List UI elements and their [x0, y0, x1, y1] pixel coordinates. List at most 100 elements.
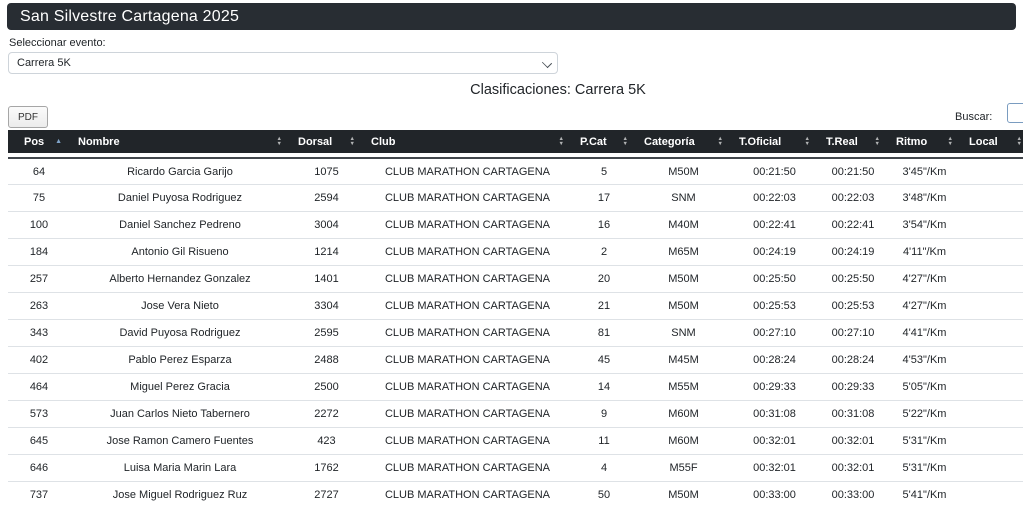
- search-input[interactable]: [1007, 103, 1023, 123]
- cell-toficial: 00:21:50: [731, 157, 818, 184]
- cell-pos: 646: [8, 454, 70, 481]
- cell-dorsal: 2727: [290, 481, 363, 508]
- column-header-pcat[interactable]: P.Cat▲▼: [572, 130, 636, 157]
- sort-icon: ▲▼: [718, 137, 723, 146]
- cell-toficial: 00:22:41: [731, 211, 818, 238]
- cell-ritmo: 4'27"/Km: [888, 292, 961, 319]
- pdf-export-button[interactable]: PDF: [8, 106, 48, 128]
- cell-pcat: 21: [572, 292, 636, 319]
- cell-nombre: Miguel Perez Gracia: [70, 373, 290, 400]
- sort-icon: ▲▼: [805, 137, 810, 146]
- cell-dorsal: 1401: [290, 265, 363, 292]
- cell-local: [961, 481, 1023, 508]
- cell-nombre: Daniel Sanchez Pedreno: [70, 211, 290, 238]
- cell-dorsal: 423: [290, 427, 363, 454]
- cell-categoria: M55M: [636, 373, 731, 400]
- cell-nombre: Jose Vera Nieto: [70, 292, 290, 319]
- sort-icon: ▲▼: [623, 137, 628, 146]
- cell-toficial: 00:25:50: [731, 265, 818, 292]
- column-header-toficial[interactable]: T.Oficial ▲▼: [731, 130, 818, 157]
- results-table: Pos▲Nombre▲▼Dorsal▲▼Club▲▼P.Cat▲▼Categor…: [8, 130, 1023, 508]
- cell-toficial: 00:24:19: [731, 238, 818, 265]
- event-select[interactable]: Carrera 5K: [8, 52, 558, 74]
- column-header-pos[interactable]: Pos▲: [8, 130, 70, 157]
- cell-categoria: M60M: [636, 427, 731, 454]
- sort-icon: ▲▼: [875, 137, 880, 146]
- cell-categoria: M65M: [636, 238, 731, 265]
- cell-club: CLUB MARATHON CARTAGENA: [363, 319, 572, 346]
- search-label: Buscar:: [955, 111, 992, 123]
- table-head: Pos▲Nombre▲▼Dorsal▲▼Club▲▼P.Cat▲▼Categor…: [8, 130, 1023, 157]
- cell-pcat: 5: [572, 157, 636, 184]
- cell-ritmo: 5'31"/Km: [888, 427, 961, 454]
- cell-local: [961, 319, 1023, 346]
- sort-icon: ▲▼: [1017, 137, 1022, 146]
- cell-local: [961, 211, 1023, 238]
- cell-categoria: M50M: [636, 292, 731, 319]
- column-header-local[interactable]: Local▲▼: [961, 130, 1023, 157]
- cell-categoria: M40M: [636, 211, 731, 238]
- column-header-nombre[interactable]: Nombre ▲▼: [70, 130, 290, 157]
- cell-treal: 00:25:53: [818, 292, 888, 319]
- cell-club: CLUB MARATHON CARTAGENA: [363, 292, 572, 319]
- column-label: T.Oficial: [739, 136, 781, 148]
- column-header-ritmo[interactable]: Ritmo▲▼: [888, 130, 961, 157]
- page-title: San Silvestre Cartagena 2025: [20, 8, 239, 26]
- cell-dorsal: 3304: [290, 292, 363, 319]
- column-header-club[interactable]: Club▲▼: [363, 130, 572, 157]
- cell-categoria: M55F: [636, 454, 731, 481]
- cell-local: [961, 427, 1023, 454]
- cell-pos: 184: [8, 238, 70, 265]
- cell-nombre: David Puyosa Rodriguez: [70, 319, 290, 346]
- cell-treal: 00:24:19: [818, 238, 888, 265]
- cell-toficial: 00:22:03: [731, 184, 818, 211]
- cell-pcat: 17: [572, 184, 636, 211]
- cell-pos: 464: [8, 373, 70, 400]
- cell-ritmo: 5'41"/Km: [888, 481, 961, 508]
- cell-toficial: 00:29:33: [731, 373, 818, 400]
- table-row: 573Juan Carlos Nieto Tabernero2272CLUB M…: [8, 400, 1023, 427]
- column-header-categoria[interactable]: Categoría ▲▼: [636, 130, 731, 157]
- cell-pcat: 50: [572, 481, 636, 508]
- column-label: Categoría: [644, 136, 695, 148]
- cell-nombre: Luisa Maria Marin Lara: [70, 454, 290, 481]
- column-header-dorsal[interactable]: Dorsal ▲▼: [290, 130, 363, 157]
- column-label: Nombre: [78, 136, 120, 148]
- cell-dorsal: 1075: [290, 157, 363, 184]
- cell-treal: 00:22:41: [818, 211, 888, 238]
- classification-title: Clasificaciones: Carrera 5K: [0, 82, 1023, 98]
- cell-pos: 343: [8, 319, 70, 346]
- table-row: 257Alberto Hernandez Gonzalez1401CLUB MA…: [8, 265, 1023, 292]
- sort-asc-icon: ▲: [55, 138, 62, 145]
- table-row: 464Miguel Perez Gracia2500CLUB MARATHON …: [8, 373, 1023, 400]
- cell-local: [961, 373, 1023, 400]
- cell-pos: 100: [8, 211, 70, 238]
- search-area: Buscar:: [955, 108, 992, 126]
- cell-club: CLUB MARATHON CARTAGENA: [363, 157, 572, 184]
- column-header-treal[interactable]: T.Real▲▼: [818, 130, 888, 157]
- column-label: Club: [371, 136, 395, 148]
- cell-ritmo: 3'45"/Km: [888, 157, 961, 184]
- cell-local: [961, 238, 1023, 265]
- cell-local: [961, 157, 1023, 184]
- column-label: Dorsal: [298, 136, 332, 148]
- sort-icon: ▲▼: [277, 137, 282, 146]
- cell-toficial: 00:25:53: [731, 292, 818, 319]
- cell-club: CLUB MARATHON CARTAGENA: [363, 427, 572, 454]
- table-row: 343David Puyosa Rodriguez2595CLUB MARATH…: [8, 319, 1023, 346]
- cell-local: [961, 454, 1023, 481]
- cell-ritmo: 4'41"/Km: [888, 319, 961, 346]
- cell-dorsal: 2594: [290, 184, 363, 211]
- cell-treal: 00:29:33: [818, 373, 888, 400]
- cell-categoria: M50M: [636, 481, 731, 508]
- cell-nombre: Antonio Gil Risueno: [70, 238, 290, 265]
- column-label: Ritmo: [896, 136, 927, 148]
- cell-pos: 75: [8, 184, 70, 211]
- table-body: 64Ricardo Garcia Garijo1075CLUB MARATHON…: [8, 157, 1023, 508]
- cell-treal: 00:31:08: [818, 400, 888, 427]
- cell-toficial: 00:31:08: [731, 400, 818, 427]
- cell-dorsal: 2488: [290, 346, 363, 373]
- sort-icon: ▲▼: [350, 137, 355, 146]
- cell-pcat: 2: [572, 238, 636, 265]
- cell-pcat: 14: [572, 373, 636, 400]
